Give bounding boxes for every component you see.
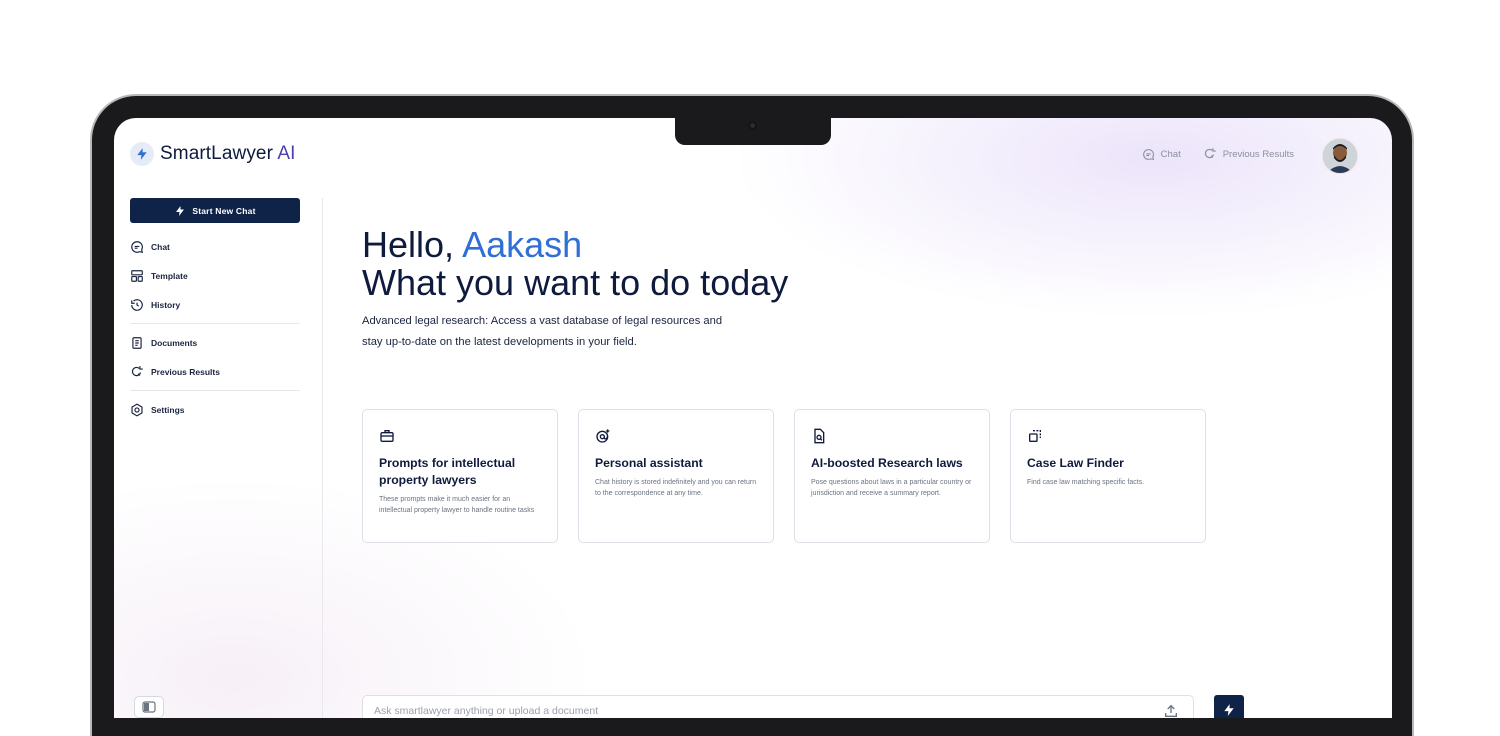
sidebar-divider [130, 323, 300, 324]
template-icon [131, 269, 143, 282]
card-description: Chat history is stored indefinitely and … [595, 479, 757, 497]
sidebar-item-label: Previous Results [151, 366, 220, 377]
upload-icon[interactable] [1163, 703, 1179, 718]
chat-icon [131, 240, 144, 253]
feature-cards: Prompts for intellectual property lawyer… [362, 409, 1206, 543]
start-new-chat-label: Start New Chat [192, 205, 256, 216]
sidebar-item-history[interactable]: History [130, 290, 300, 319]
intro-text: Advanced legal research: Access a vast d… [362, 311, 742, 352]
headline: What you want to do today [362, 262, 789, 303]
card-personal-assistant[interactable]: Personal assistant Chat history is store… [578, 409, 774, 543]
sidebar-divider [130, 390, 300, 391]
gear-icon [131, 402, 143, 417]
chat-icon [1142, 148, 1154, 160]
history-icon [131, 298, 143, 311]
prompt-composer [362, 695, 1194, 718]
greeting-heading: Hello, Aakash What you want to do today [362, 226, 788, 302]
card-ip-prompts[interactable]: Prompts for intellectual property lawyer… [362, 409, 558, 543]
sidebar-item-label: Template [151, 270, 188, 281]
sidebar-border [322, 198, 323, 718]
lightning-icon [130, 142, 154, 166]
topnav-chat[interactable]: Chat [1142, 148, 1181, 161]
lightning-icon [1224, 704, 1234, 716]
greeting-prefix: Hello, [362, 224, 455, 265]
card-description: Pose questions about laws in a particula… [811, 479, 972, 497]
app-logo[interactable]: SmartLawyer AI [130, 142, 296, 166]
sidebar-item-label: Documents [151, 337, 198, 348]
sidebar-item-label: Settings [151, 404, 185, 415]
search-refresh-icon [1204, 148, 1216, 159]
sidebar-item-chat[interactable]: Chat [130, 232, 300, 261]
sidebar-item-documents[interactable]: Documents [130, 328, 300, 357]
sidebar-panel-icon [142, 701, 156, 713]
search-refresh-icon [131, 365, 143, 376]
user-avatar[interactable] [1322, 138, 1358, 174]
camera-icon [748, 121, 757, 130]
card-case-law-finder[interactable]: Case Law Finder Find case law matching s… [1010, 409, 1206, 543]
topnav-previous-results[interactable]: Previous Results [1203, 147, 1294, 161]
briefcase-icon [380, 430, 394, 442]
intro-line: stay up-to-date on the latest developmen… [362, 335, 637, 348]
copy-icon [1029, 430, 1041, 442]
document-search-icon [814, 428, 825, 444]
card-title: Personal assistant [595, 456, 703, 470]
prompt-input[interactable] [372, 704, 1136, 718]
lightning-icon [176, 205, 185, 216]
card-description: Find case law matching specific facts. [1027, 479, 1145, 486]
app-screen: SmartLawyer AI Chat Previous Results Sta… [114, 118, 1392, 718]
sidebar-item-previous-results[interactable]: Previous Results [130, 357, 300, 386]
document-icon [132, 336, 142, 349]
card-title: Case Law Finder [1027, 456, 1124, 470]
sidebar-toggle-button[interactable] [134, 696, 164, 718]
sidebar-item-label: History [151, 299, 181, 310]
sidebar-item-label: Chat [151, 241, 170, 252]
intro-line: Advanced legal research: Access a vast d… [362, 315, 723, 327]
user-at-icon [596, 429, 610, 443]
sidebar: Start New Chat Chat Template History Doc… [130, 198, 300, 424]
card-description: These prompts make it much easier for an… [379, 496, 535, 514]
sidebar-item-template[interactable]: Template [130, 261, 300, 290]
topnav-previous-results-label: Previous Results [1222, 148, 1294, 160]
topnav-chat-label: Chat [1160, 148, 1181, 160]
user-name: Aakash [462, 224, 583, 265]
sidebar-item-settings[interactable]: Settings [130, 395, 300, 424]
card-title: Prompts for intellectual property lawyer… [379, 456, 516, 487]
start-new-chat-button[interactable]: Start New Chat [130, 198, 300, 223]
app-name-accent: AI [277, 143, 296, 164]
top-navigation: Chat Previous Results [1142, 147, 1294, 161]
card-research-laws[interactable]: AI-boosted Research laws Pose questions … [794, 409, 990, 543]
card-title: AI-boosted Research laws [811, 456, 963, 470]
app-name: SmartLawyer AI [160, 143, 296, 164]
camera-notch [675, 118, 831, 145]
send-button[interactable] [1214, 695, 1244, 718]
